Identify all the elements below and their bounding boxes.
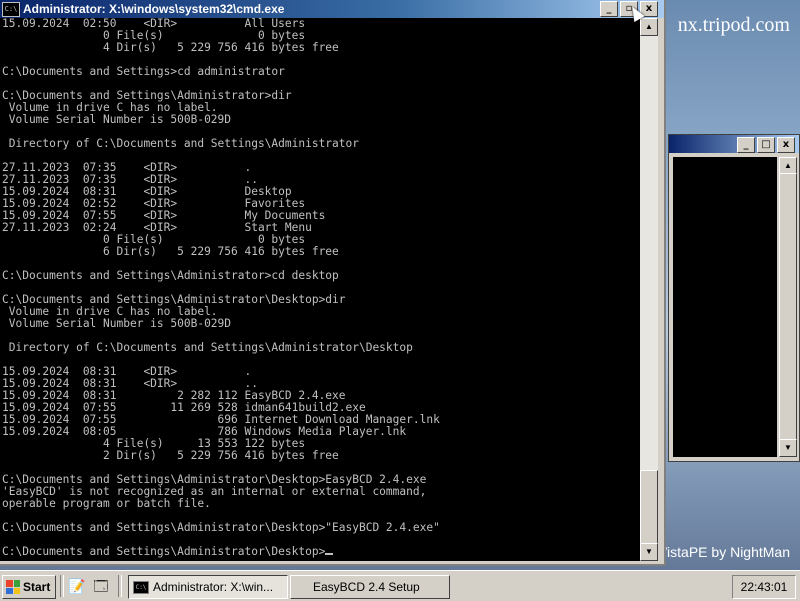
vertical-scrollbar[interactable]: ▲ ▼ [640,18,658,561]
minimize-button[interactable]: _ [600,1,618,17]
console-text: 15.09.2024 02:50 <DIR> All Users 0 File(… [2,18,440,558]
console-app-icon: C:\ [133,580,149,594]
scroll-down-button[interactable]: ▼ [640,543,658,561]
setup-scroll-down-button[interactable]: ▼ [779,439,797,457]
cmd-titlebar[interactable]: C:\ Administrator: X:\windows\system32\c… [0,0,664,18]
console-cursor [325,553,334,555]
setup-minimize-button[interactable]: _ [737,137,755,153]
scroll-up-button[interactable]: ▲ [640,18,658,36]
window-title: Administrator: X:\windows\system32\cmd.e… [23,2,285,16]
taskbar-cmd-button[interactable]: C:\ Administrator: X:\win... [128,575,288,599]
desktop-brand-text: VistaPE by NightMan [657,544,790,560]
taskbar-setup-button[interactable]: EasyBCD 2.4 Setup [290,575,450,599]
windows-logo-icon [6,580,20,594]
desktop-url-text: nx.tripod.com [677,14,790,36]
console-app-icon[interactable]: C:\ [2,1,20,17]
setup-window[interactable]: _ □ x ▲ ▼ [668,134,800,462]
taskbar-clock: 22:43:01 [732,575,796,599]
quicklaunch-explorer-icon[interactable]: 🗔 [92,577,110,595]
taskbar: Start 📝 🗔 C:\ Administrator: X:\win... E… [0,570,800,601]
start-label: Start [23,580,51,594]
setup-titlebar[interactable]: _ □ x [669,135,799,153]
setup-maximize-button[interactable]: □ [757,137,775,153]
setup-app-icon [295,581,309,593]
taskbar-separator [118,575,122,597]
taskbar-separator [60,575,64,597]
scroll-thumb[interactable] [640,470,658,544]
start-button[interactable]: Start [2,575,56,599]
console-output[interactable]: 15.09.2024 02:50 <DIR> All Users 0 File(… [0,18,640,561]
taskbar-setup-label: EasyBCD 2.4 Setup [313,580,420,594]
cmd-window[interactable]: C:\ Administrator: X:\windows\system32\c… [0,0,666,566]
setup-scrollbar[interactable]: ▲ ▼ [779,157,797,457]
setup-scroll-thumb[interactable] [779,173,797,441]
setup-content-area [673,157,777,457]
quicklaunch-notepad-icon[interactable]: 📝 [68,577,86,595]
taskbar-cmd-label: Administrator: X:\win... [153,580,274,594]
setup-close-button[interactable]: x [777,137,795,153]
